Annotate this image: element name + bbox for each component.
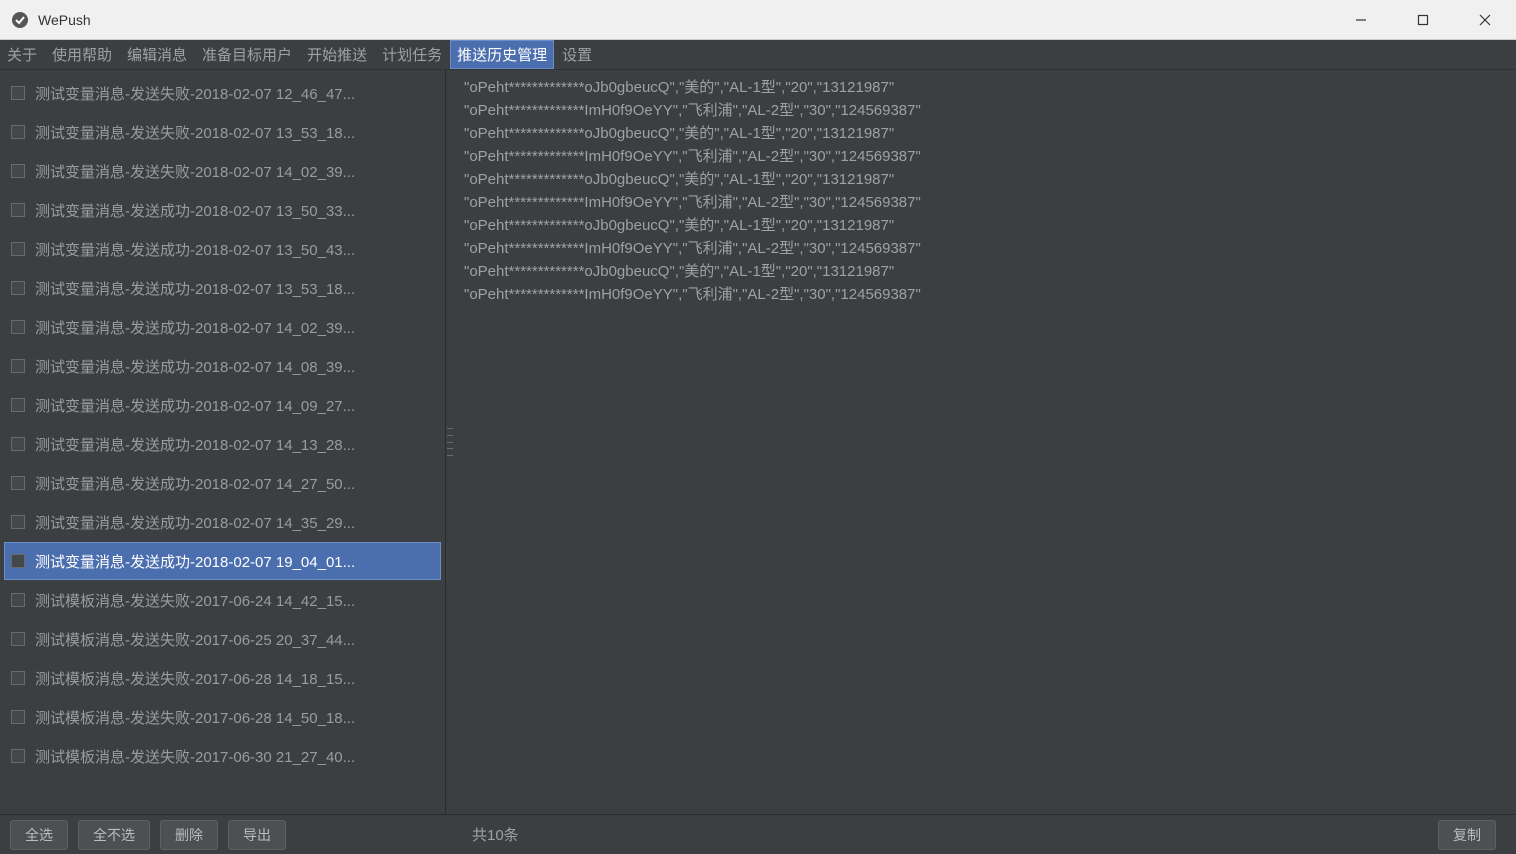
list-item-label: 测试变量消息-发送成功-2018-02-07 14_27_50... — [35, 473, 355, 494]
select-all-button[interactable]: 全选 — [10, 820, 68, 850]
detail-line: "oPeht*************ImH0f9OeYY","飞利浦","AL… — [464, 237, 1506, 260]
list-item-label: 测试变量消息-发送成功-2018-02-07 14_09_27... — [35, 395, 355, 416]
menu-item-5[interactable]: 计划任务 — [375, 40, 449, 69]
list-item[interactable]: 测试变量消息-发送失败-2018-02-07 13_53_18... — [4, 113, 441, 151]
checkbox[interactable] — [11, 203, 25, 217]
menu-item-0[interactable]: 关于 — [0, 40, 44, 69]
window-controls — [1330, 0, 1516, 39]
titlebar: WePush — [0, 0, 1516, 40]
list-item-label: 测试模板消息-发送失败-2017-06-28 14_18_15... — [35, 668, 355, 689]
list-item[interactable]: 测试模板消息-发送失败-2017-06-25 20_37_44... — [4, 620, 441, 658]
checkbox[interactable] — [11, 242, 25, 256]
menubar: 关于使用帮助编辑消息准备目标用户开始推送计划任务推送历史管理设置 — [0, 40, 1516, 70]
detail-line: "oPeht*************ImH0f9OeYY","飞利浦","AL… — [464, 283, 1506, 306]
list-item[interactable]: 测试变量消息-发送成功-2018-02-07 14_02_39... — [4, 308, 441, 346]
detail-line: "oPeht*************oJb0gbeucQ","美的","AL-… — [464, 122, 1506, 145]
detail-line: "oPeht*************ImH0f9OeYY","飞利浦","AL… — [464, 145, 1506, 168]
close-button[interactable] — [1454, 0, 1516, 39]
checkbox[interactable] — [11, 437, 25, 451]
list-item-label: 测试模板消息-发送失败-2017-06-25 20_37_44... — [35, 629, 355, 650]
checkbox[interactable] — [11, 320, 25, 334]
history-list-panel[interactable]: 测试变量消息-发送失败-2018-02-07 12_46_47... 测试变量消息… — [0, 70, 446, 814]
menu-item-4[interactable]: 开始推送 — [300, 40, 374, 69]
select-none-button[interactable]: 全不选 — [78, 820, 150, 850]
checkbox[interactable] — [11, 86, 25, 100]
detail-line: "oPeht*************oJb0gbeucQ","美的","AL-… — [464, 168, 1506, 191]
list-item[interactable]: 测试变量消息-发送成功-2018-02-07 13_50_43... — [4, 230, 441, 268]
list-item-label: 测试变量消息-发送失败-2018-02-07 12_46_47... — [35, 83, 355, 104]
list-item-label: 测试变量消息-发送成功-2018-02-07 19_04_01... — [35, 551, 355, 572]
list-item-label: 测试变量消息-发送成功-2018-02-07 13_50_33... — [35, 200, 355, 221]
copy-button[interactable]: 复制 — [1438, 820, 1496, 850]
detail-line: "oPeht*************ImH0f9OeYY","飞利浦","AL… — [464, 191, 1506, 214]
list-item-label: 测试模板消息-发送失败-2017-06-24 14_42_15... — [35, 590, 355, 611]
list-item[interactable]: 测试变量消息-发送失败-2018-02-07 14_02_39... — [4, 152, 441, 190]
list-item[interactable]: 测试变量消息-发送成功-2018-02-07 14_08_39... — [4, 347, 441, 385]
checkbox[interactable] — [11, 359, 25, 373]
list-item[interactable]: 测试变量消息-发送成功-2018-02-07 14_27_50... — [4, 464, 441, 502]
menu-item-3[interactable]: 准备目标用户 — [195, 40, 299, 69]
detail-line: "oPeht*************oJb0gbeucQ","美的","AL-… — [464, 214, 1506, 237]
checkbox[interactable] — [11, 632, 25, 646]
checkbox[interactable] — [11, 671, 25, 685]
list-item[interactable]: 测试变量消息-发送成功-2018-02-07 13_50_33... — [4, 191, 441, 229]
list-item[interactable]: 测试模板消息-发送失败-2017-06-24 14_42_15... — [4, 581, 441, 619]
list-item[interactable]: 测试变量消息-发送失败-2018-02-07 12_46_47... — [4, 74, 441, 112]
list-item-label: 测试变量消息-发送成功-2018-02-07 14_02_39... — [35, 317, 355, 338]
history-list: 测试变量消息-发送失败-2018-02-07 12_46_47... 测试变量消息… — [0, 70, 445, 780]
checkbox[interactable] — [11, 125, 25, 139]
menu-item-7[interactable]: 设置 — [555, 40, 599, 69]
minimize-button[interactable] — [1330, 0, 1392, 39]
checkbox[interactable] — [11, 398, 25, 412]
content-area: 测试变量消息-发送失败-2018-02-07 12_46_47... 测试变量消息… — [0, 70, 1516, 814]
list-item-label: 测试变量消息-发送成功-2018-02-07 14_13_28... — [35, 434, 355, 455]
checkbox[interactable] — [11, 593, 25, 607]
bottom-left-toolbar: 全选 全不选 删除 导出 — [10, 820, 456, 850]
checkbox[interactable] — [11, 476, 25, 490]
list-item[interactable]: 测试模板消息-发送失败-2017-06-28 14_18_15... — [4, 659, 441, 697]
list-item-label: 测试变量消息-发送成功-2018-02-07 14_35_29... — [35, 512, 355, 533]
menu-item-1[interactable]: 使用帮助 — [45, 40, 119, 69]
checkbox[interactable] — [11, 164, 25, 178]
menu-item-2[interactable]: 编辑消息 — [120, 40, 194, 69]
count-label: 共10条 — [456, 824, 1438, 845]
detail-line: "oPeht*************ImH0f9OeYY","飞利浦","AL… — [464, 99, 1506, 122]
splitter-grip-icon — [447, 428, 453, 456]
list-item[interactable]: 测试变量消息-发送成功-2018-02-07 14_35_29... — [4, 503, 441, 541]
checkbox[interactable] — [11, 554, 25, 568]
list-item-label: 测试变量消息-发送成功-2018-02-07 13_53_18... — [35, 278, 355, 299]
detail-line: "oPeht*************oJb0gbeucQ","美的","AL-… — [464, 76, 1506, 99]
list-item-label: 测试变量消息-发送失败-2018-02-07 13_53_18... — [35, 122, 355, 143]
checkbox[interactable] — [11, 281, 25, 295]
bottombar: 全选 全不选 删除 导出 共10条 复制 — [0, 814, 1516, 854]
list-item-label: 测试变量消息-发送失败-2018-02-07 14_02_39... — [35, 161, 355, 182]
checkbox[interactable] — [11, 710, 25, 724]
bottom-right-toolbar: 复制 — [1438, 820, 1506, 850]
list-item[interactable]: 测试变量消息-发送成功-2018-02-07 13_53_18... — [4, 269, 441, 307]
list-item-label: 测试模板消息-发送失败-2017-06-30 21_27_40... — [35, 746, 355, 767]
app-title: WePush — [38, 12, 1330, 28]
delete-button[interactable]: 删除 — [160, 820, 218, 850]
menu-item-6[interactable]: 推送历史管理 — [450, 40, 554, 69]
maximize-button[interactable] — [1392, 0, 1454, 39]
splitter[interactable] — [446, 70, 454, 814]
list-item[interactable]: 测试变量消息-发送成功-2018-02-07 14_09_27... — [4, 386, 441, 424]
list-item-label: 测试变量消息-发送成功-2018-02-07 13_50_43... — [35, 239, 355, 260]
checkbox[interactable] — [11, 749, 25, 763]
list-item[interactable]: 测试模板消息-发送失败-2017-06-28 14_50_18... — [4, 698, 441, 736]
list-item[interactable]: 测试变量消息-发送成功-2018-02-07 19_04_01... — [4, 542, 441, 580]
checkbox[interactable] — [11, 515, 25, 529]
app-icon — [10, 10, 30, 30]
export-button[interactable]: 导出 — [228, 820, 286, 850]
list-item-label: 测试模板消息-发送失败-2017-06-28 14_50_18... — [35, 707, 355, 728]
detail-panel[interactable]: "oPeht*************oJb0gbeucQ","美的","AL-… — [454, 70, 1516, 814]
detail-line: "oPeht*************oJb0gbeucQ","美的","AL-… — [464, 260, 1506, 283]
list-item[interactable]: 测试模板消息-发送失败-2017-06-30 21_27_40... — [4, 737, 441, 775]
list-item-label: 测试变量消息-发送成功-2018-02-07 14_08_39... — [35, 356, 355, 377]
list-item[interactable]: 测试变量消息-发送成功-2018-02-07 14_13_28... — [4, 425, 441, 463]
